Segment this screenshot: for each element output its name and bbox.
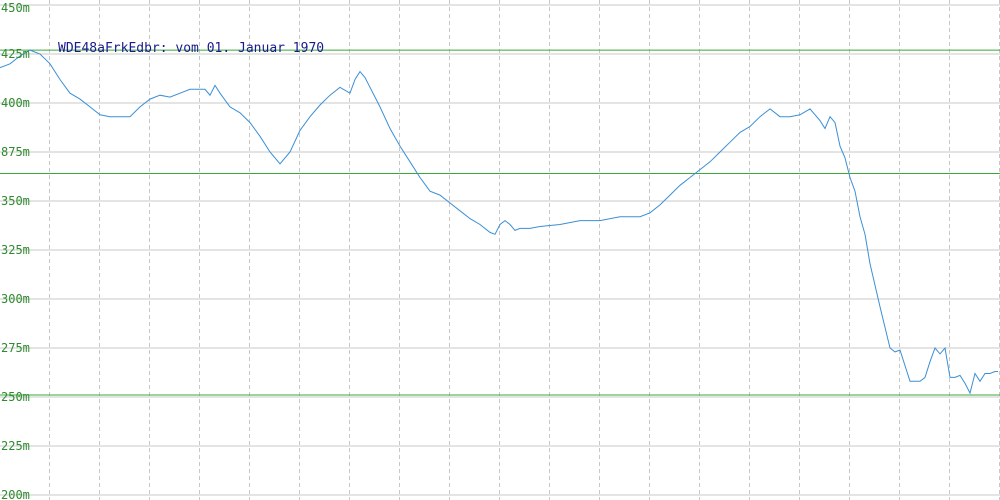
y-tick-label: 225m [1,439,30,453]
y-tick-label: 400m [1,96,30,110]
y-tick-label: 275m [1,341,30,355]
y-tick-label: 300m [1,292,30,306]
elevation-chart: 450m 425m 400m 875m 350m 325m 300m 275m 250m 225m… [0,0,1000,500]
y-tick-label: 250m [1,390,30,404]
y-tick-label: 875m [1,145,30,159]
y-tick-label: 325m [1,243,30,257]
y-tick-label: 425m [1,47,30,61]
chart-title: WDE48aFrkEdbr: vom 01. Januar 1970 [58,41,324,56]
y-tick-label: 200m [1,488,30,500]
y-tick-label: 350m [1,194,30,208]
y-tick-label: 450m [1,1,30,15]
